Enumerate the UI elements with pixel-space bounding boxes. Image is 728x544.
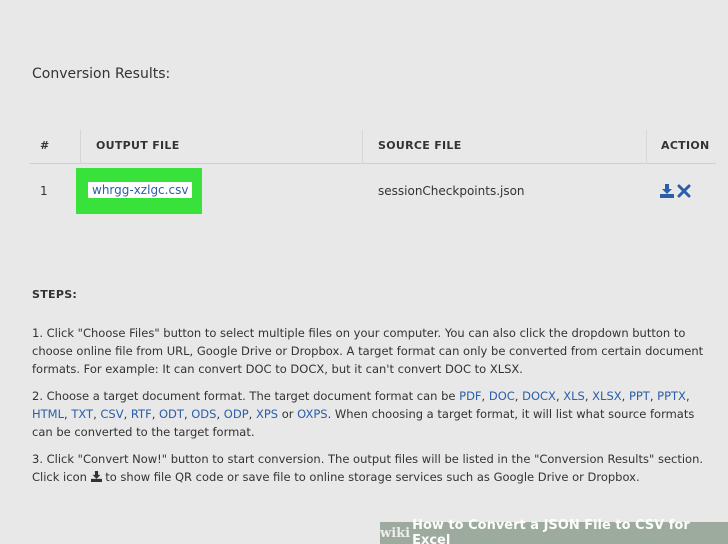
banner-wiki: wiki (380, 525, 411, 541)
download-icon[interactable] (660, 183, 674, 198)
format-link-odt[interactable]: ODT (159, 407, 184, 421)
step-3-part2: to show file QR code or save file to onl… (105, 470, 640, 484)
close-icon[interactable] (677, 183, 691, 198)
download-icon (90, 469, 102, 482)
row-number: 1 (40, 184, 48, 198)
header-output-file: OUTPUT FILE (96, 139, 180, 152)
header-num: # (40, 139, 50, 152)
header-source-file: SOURCE FILE (378, 139, 462, 152)
column-divider (646, 130, 647, 164)
format-link-pdf[interactable]: PDF (459, 389, 481, 403)
format-link-xps[interactable]: XPS (256, 407, 278, 421)
highlight-box: whrgg-xzlgc.csv (76, 168, 202, 214)
action-icons (660, 183, 691, 198)
format-link-xlsx[interactable]: XLSX (592, 389, 621, 403)
column-divider (362, 130, 363, 164)
steps-section: STEPS: 1. Click "Choose Files" button to… (32, 286, 712, 495)
source-file-name: sessionCheckpoints.json (378, 184, 525, 198)
format-link-docx[interactable]: DOCX (522, 389, 556, 403)
format-link-oxps[interactable]: OXPS (297, 407, 327, 421)
steps-title: STEPS: (32, 288, 78, 301)
format-link-pptx[interactable]: PPTX (657, 389, 686, 403)
header-action: ACTION (661, 139, 710, 152)
table-header: # OUTPUT FILE SOURCE FILE ACTION (30, 130, 716, 164)
format-link-xls[interactable]: XLS (563, 389, 585, 403)
format-link-ods[interactable]: ODS (191, 407, 216, 421)
format-link-csv[interactable]: CSV (100, 407, 123, 421)
format-link-odp[interactable]: ODP (224, 407, 249, 421)
wikihow-banner: wiki How to Convert a JSON File to CSV f… (380, 518, 728, 544)
format-link-doc[interactable]: DOC (489, 389, 515, 403)
results-title: Conversion Results: (32, 66, 171, 82)
format-link-rtf[interactable]: RTF (131, 407, 152, 421)
output-file-link[interactable]: whrgg-xzlgc.csv (88, 182, 193, 198)
step-1: 1. Click "Choose Files" button to select… (32, 326, 704, 376)
format-link-ppt[interactable]: PPT (629, 389, 650, 403)
step-2-prefix: 2. Choose a target document format. The … (32, 389, 456, 403)
format-link-txt[interactable]: TXT (71, 407, 93, 421)
format-link-html[interactable]: HTML (32, 407, 64, 421)
step-3: 3. Click "Convert Now!" button to start … (32, 450, 712, 486)
banner-title: How to Convert a JSON File to CSV for Ex… (412, 518, 690, 544)
step-2: 2. Choose a target document format. The … (32, 387, 712, 441)
column-divider (80, 130, 81, 164)
